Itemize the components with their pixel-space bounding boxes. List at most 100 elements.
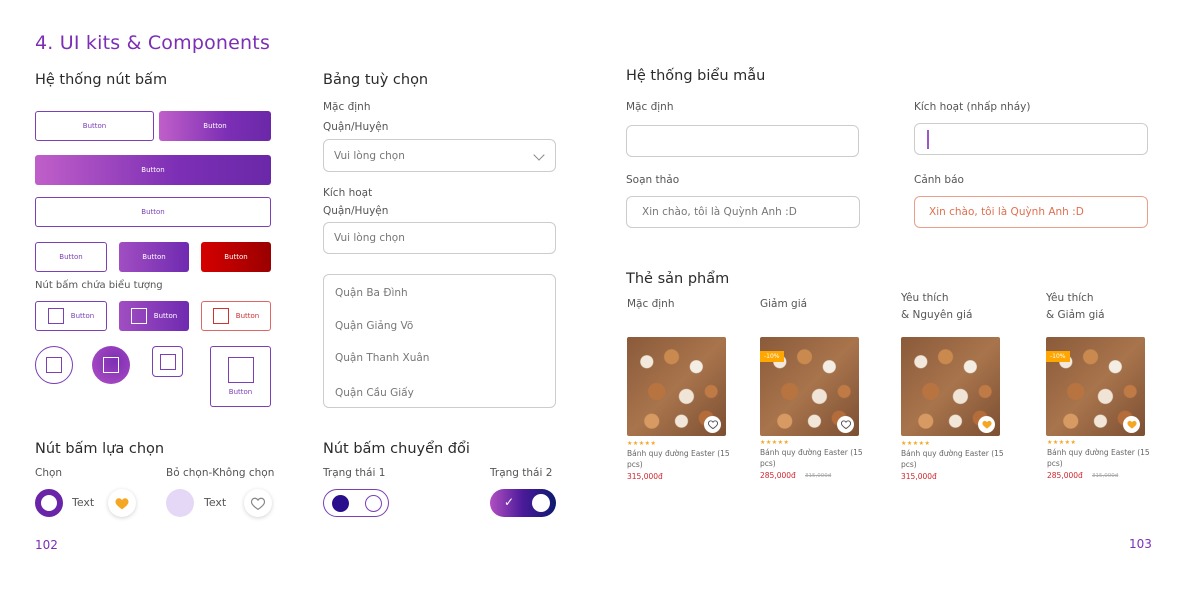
product-name[interactable]: Bánh quy đường Easter (15 pcs)	[1047, 447, 1157, 469]
square-icon	[159, 353, 176, 370]
product-image[interactable]: -10%	[1046, 337, 1145, 436]
button-label: Button	[153, 312, 178, 320]
gradient-icon-button[interactable]: Button	[119, 301, 189, 331]
product-price: 315,000đ	[901, 472, 937, 481]
radio-selected[interactable]	[35, 489, 63, 517]
gradient-small-button[interactable]: Button	[119, 242, 189, 272]
button-label: Button	[228, 388, 253, 396]
option-item[interactable]: Quận Giảng Võ	[335, 320, 413, 332]
product-name[interactable]: Bánh quy đường Easter (15 pcs)	[901, 448, 1011, 470]
heart-button[interactable]	[1123, 416, 1140, 433]
toggle-knob	[532, 494, 550, 512]
select-default-state: Mặc định	[323, 101, 371, 113]
product-price: 285,000đ	[1047, 471, 1083, 480]
toggle-knob-empty	[365, 495, 382, 512]
chevron-down-icon	[533, 149, 545, 161]
outline-small-button[interactable]: Button	[35, 242, 107, 272]
outline-red-icon-button[interactable]: Button	[201, 301, 271, 331]
input-active[interactable]	[914, 123, 1148, 155]
select-field-label: Quận/Huyện	[323, 205, 389, 217]
product-name[interactable]: Bánh quy đường Easter (15 pcs)	[760, 447, 870, 469]
square-icon	[130, 308, 147, 324]
discount-badge: -10%	[1046, 351, 1070, 362]
heart-icon	[707, 420, 718, 429]
product-name[interactable]: Bánh quy đường Easter (15 pcs)	[627, 448, 737, 470]
square-icon	[212, 308, 229, 324]
switch-state1-label: Trạng thái 1	[323, 467, 386, 479]
district-select-active[interactable]: Vui lòng chọn	[323, 222, 556, 254]
card-label: Giảm giá	[760, 298, 808, 310]
input-value: Xin chào, tôi là Quỳnh Anh :D	[642, 206, 797, 218]
unselected-label: Bỏ chọn-Không chọn	[166, 467, 275, 479]
outline-wide-button[interactable]: Button	[35, 197, 271, 227]
card-label: Mặc định	[627, 298, 675, 310]
heart-button[interactable]	[837, 416, 854, 433]
icon-buttons-heading: Nút bấm chứa biểu tượng	[35, 280, 163, 291]
input-editing[interactable]: Xin chào, tôi là Quỳnh Anh :D	[626, 196, 860, 228]
switch-state2-label: Trạng thái 2	[490, 467, 553, 479]
round-icon-button-filled[interactable]	[92, 346, 130, 384]
product-image[interactable]: -10%	[760, 337, 859, 436]
option-item[interactable]: Quận Thanh Xuân	[335, 352, 429, 364]
forms-heading: Hệ thống biểu mẫu	[626, 68, 766, 84]
heart-toggle-on[interactable]	[108, 489, 136, 517]
product-image[interactable]	[627, 337, 726, 436]
red-small-button[interactable]: Button	[201, 242, 271, 272]
square-icon	[47, 308, 64, 324]
toggle-on[interactable]: ✓	[490, 489, 556, 517]
option-item[interactable]: Quận Cầu Giấy	[335, 387, 414, 399]
outline-icon-button[interactable]: Button	[35, 301, 107, 331]
check-icon: ✓	[504, 495, 515, 509]
heart-toggle-off[interactable]	[244, 489, 272, 517]
gradient-button[interactable]: Button	[159, 111, 271, 141]
round-icon-button-outline[interactable]	[35, 346, 73, 384]
select-heading: Bảng tuỳ chọn	[323, 72, 429, 88]
heart-button[interactable]	[704, 416, 721, 433]
heart-icon	[981, 420, 992, 429]
district-options-list: Quận Ba Đình Quận Giảng Võ Quận Thanh Xu…	[323, 274, 556, 408]
district-select-default[interactable]: Vui lòng chọn	[323, 139, 556, 172]
product-old-price: 315,000đ	[1092, 473, 1119, 479]
page-number-right: 103	[1129, 537, 1152, 551]
switch-heading: Nút bấm chuyển đổi	[323, 441, 470, 457]
rating-stars: ★★★★★	[1047, 439, 1077, 446]
select-placeholder: Vui lòng chọn	[334, 232, 405, 244]
product-image[interactable]	[901, 337, 1000, 436]
form-active-label: Kích hoạt (nhấp nháy)	[914, 101, 1031, 113]
gradient-wide-button[interactable]: Button	[35, 155, 271, 185]
heart-icon	[251, 497, 265, 510]
select-active-state: Kích hoạt	[323, 187, 373, 199]
product-price: 285,000đ	[760, 471, 796, 480]
square-icon	[46, 357, 62, 373]
button-label: Button	[70, 312, 95, 320]
radio-unselected[interactable]	[166, 489, 194, 517]
rating-stars: ★★★★★	[901, 440, 931, 447]
input-warning[interactable]: Xin chào, tôi là Quỳnh Anh :D	[914, 196, 1148, 228]
heart-icon	[115, 497, 129, 509]
select-field-label: Quận/Huyện	[323, 121, 389, 133]
outline-button[interactable]: Button	[35, 111, 154, 141]
discount-badge: -10%	[760, 351, 784, 362]
product-old-price: 315,000đ	[805, 473, 832, 479]
input-value: Xin chào, tôi là Quỳnh Anh :D	[929, 206, 1084, 218]
button-label: Button	[235, 312, 260, 320]
choice-heading: Nút bấm lựa chọn	[35, 441, 165, 457]
rating-stars: ★★★★★	[760, 439, 790, 446]
rating-stars: ★★★★★	[627, 440, 657, 447]
form-edit-label: Soạn thảo	[626, 174, 680, 186]
form-warn-label: Cảnh báo	[914, 174, 964, 186]
product-price: 315,000đ	[627, 472, 663, 481]
option-item[interactable]: Quận Ba Đình	[335, 287, 408, 299]
select-placeholder: Vui lòng chọn	[334, 149, 405, 162]
icon-label-button[interactable]: Button	[210, 346, 271, 407]
toggle-off[interactable]	[323, 489, 389, 517]
heart-button[interactable]	[978, 416, 995, 433]
card-label: Yêu thích	[1046, 292, 1094, 304]
input-default[interactable]	[626, 125, 859, 157]
buttons-heading: Hệ thống nút bấm	[35, 72, 168, 88]
square-icon	[103, 357, 119, 373]
square-icon-button[interactable]	[152, 346, 183, 377]
form-default-label: Mặc định	[626, 101, 674, 113]
square-icon	[228, 357, 254, 383]
card-sublabel: & Nguyên giá	[901, 309, 973, 321]
